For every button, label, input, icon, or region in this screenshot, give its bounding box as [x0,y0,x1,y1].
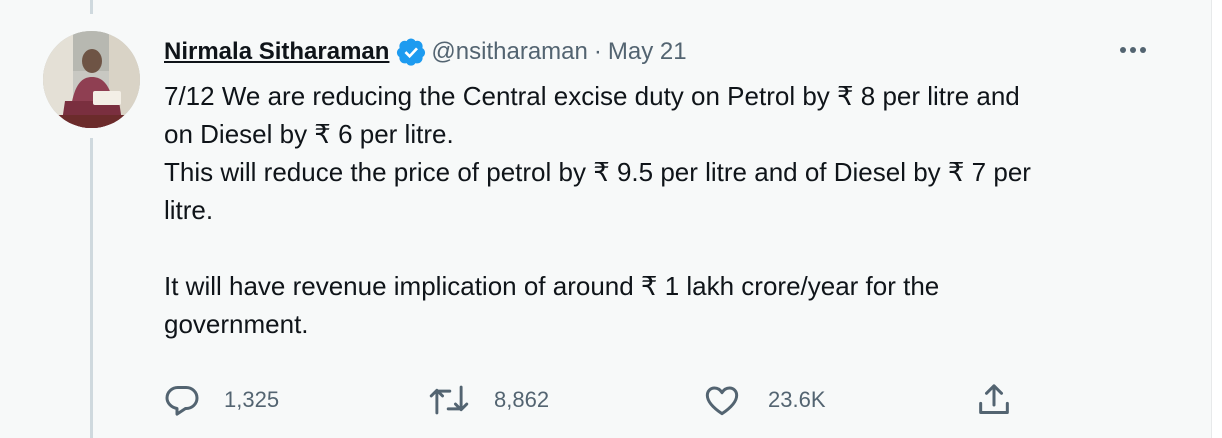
more-icon [1120,47,1146,53]
share-icon [979,384,1009,414]
tweet-date[interactable]: May 21 [608,32,687,72]
like-icon [705,386,739,416]
like-count: 23.6K [768,387,826,412]
avatar[interactable] [43,31,140,128]
more-button[interactable] [1115,38,1151,62]
retweet-button[interactable]: 8,862 [428,378,549,422]
reply-icon [165,386,199,416]
share-button[interactable] [974,378,1014,422]
avatar-image [43,31,140,128]
reply-button[interactable]: 1,325 [162,378,279,422]
tweet-header: Nirmala Sitharaman @nsitharaman · May 21 [164,32,1174,72]
verified-badge-icon [396,37,426,67]
tweet: Nirmala Sitharaman @nsitharaman · May 21… [164,32,1174,343]
page-edge [1211,0,1222,438]
thread-line-top [90,0,93,14]
like-button[interactable]: 23.6K [702,378,826,422]
thread-line [90,138,93,438]
reply-count: 1,325 [224,387,280,412]
author-handle[interactable]: @nsitharaman [431,32,587,72]
retweet-icon [429,385,469,415]
author-name[interactable]: Nirmala Sitharaman [164,32,389,72]
tweet-actions: 1,325 8,862 23.6K [162,378,1042,422]
tweet-text: 7/12 We are reducing the Central excise … [164,81,1031,339]
retweet-count: 8,862 [494,387,550,412]
header-separator: · [593,38,602,65]
